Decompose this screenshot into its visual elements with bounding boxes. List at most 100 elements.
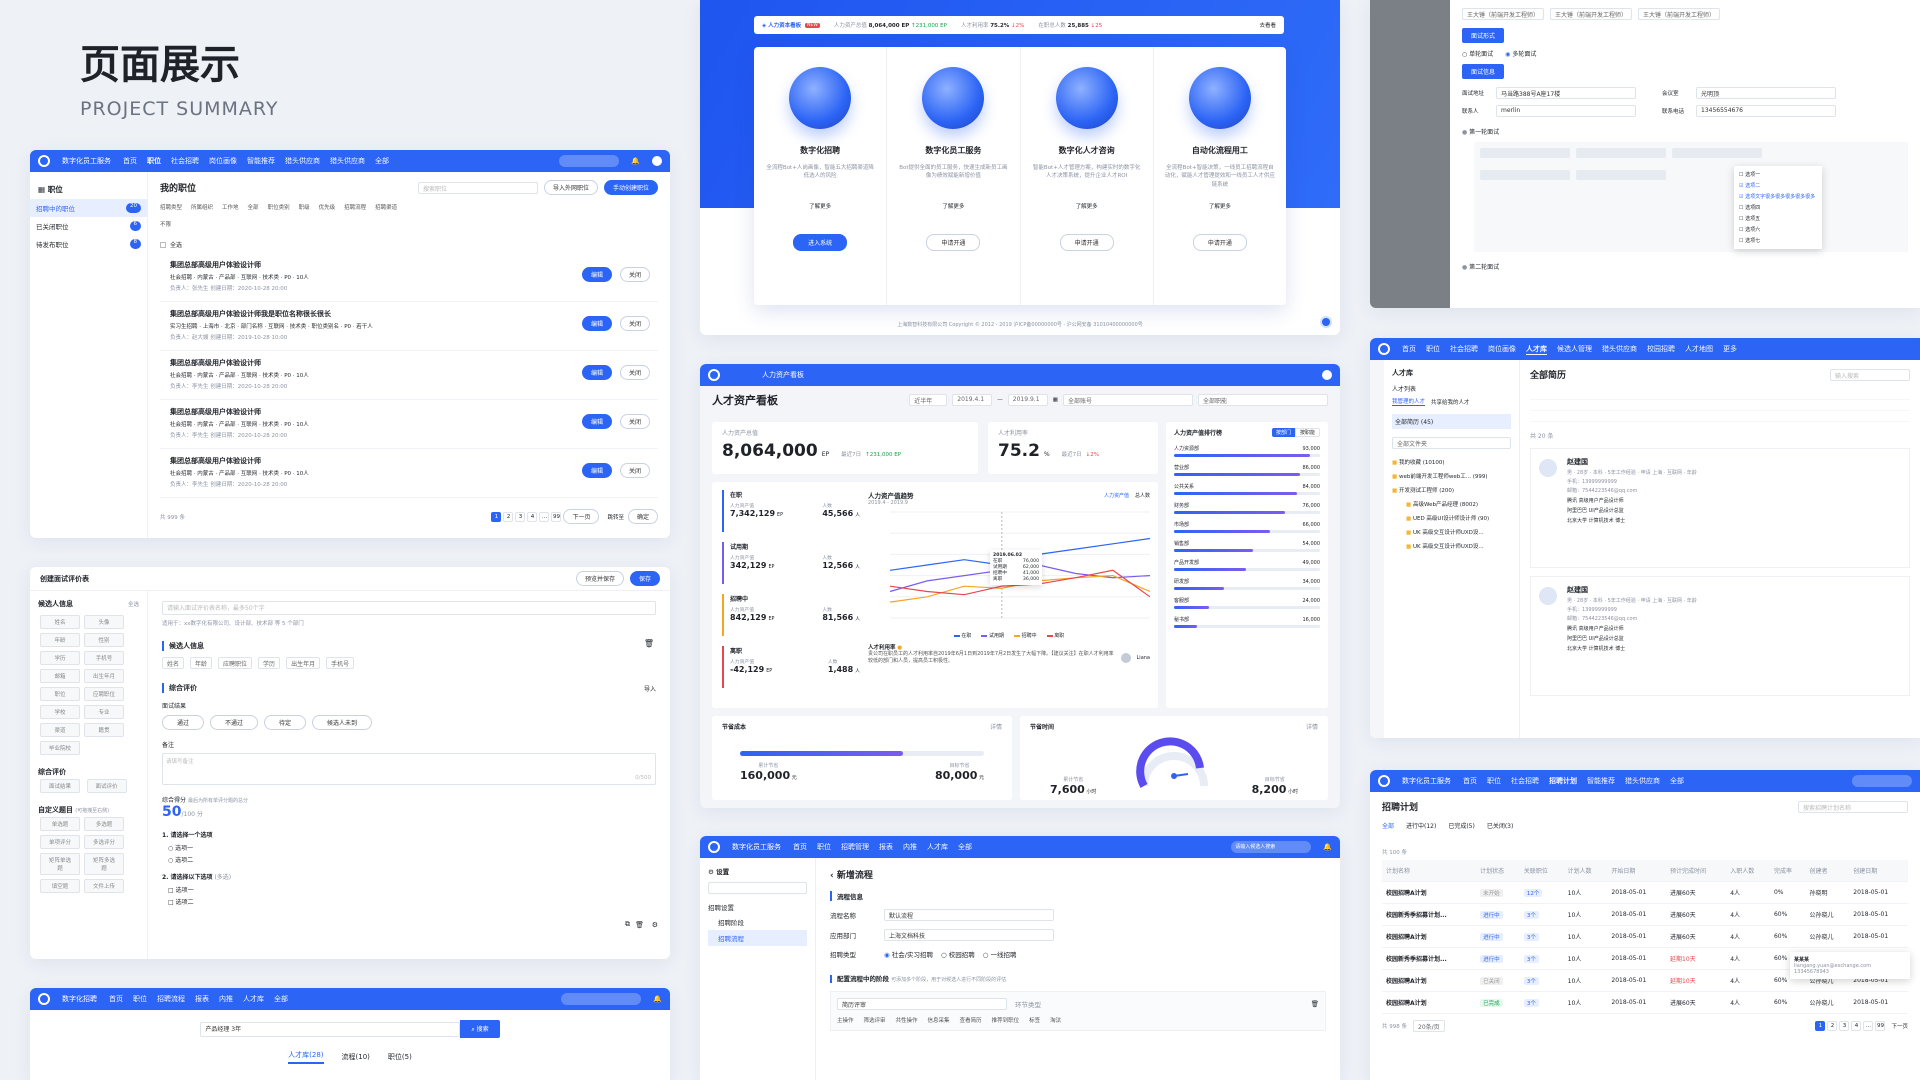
tab-in-progress[interactable]: 进行中(12) — [1406, 821, 1436, 830]
question-type-chip[interactable]: 单选题 — [40, 817, 80, 831]
nav-item[interactable]: 猎头供应商 — [285, 156, 320, 166]
question-type-chip[interactable]: 矩阵多选题 — [84, 853, 124, 875]
calendar-icon[interactable]: ▦ — [1053, 397, 1058, 403]
plan-search-input[interactable]: 搜索招聘计划名称 — [1798, 800, 1908, 813]
page-button[interactable]: 1 — [491, 511, 502, 522]
confirm-button[interactable]: 确定 — [627, 509, 658, 524]
nav-item[interactable]: 猎头供应商 — [1625, 776, 1660, 786]
candidate-tab[interactable]: 王大锤（前端开发工程师） — [1462, 8, 1545, 20]
close-button[interactable]: 关闭 — [619, 365, 650, 380]
filter[interactable]: 优先级 — [319, 203, 336, 211]
field-chip[interactable]: 面试评价 — [86, 779, 127, 793]
learn-more-link[interactable]: 了解更多 — [897, 202, 1009, 210]
nav-item[interactable]: 全部 — [958, 842, 972, 852]
end-date[interactable]: 2019.9.1 — [1007, 394, 1048, 406]
close-button[interactable]: 关闭 — [619, 316, 650, 331]
nav-item[interactable]: 猎头供应商 — [1602, 344, 1637, 355]
radio-social[interactable]: ◉ 社会/实习招聘 — [884, 949, 933, 959]
edit-button[interactable]: 编辑 — [581, 316, 612, 331]
filter[interactable]: 所属组织 — [191, 203, 213, 211]
field-chip[interactable]: 性别 — [84, 633, 124, 647]
nav-item[interactable]: 首页 — [123, 156, 137, 166]
folder-item[interactable]: ■ UK 高级交互设计师UXD设... — [1392, 539, 1511, 553]
question-type-chip[interactable]: 填空题 — [40, 879, 80, 893]
function-select[interactable]: 全部职能 — [1198, 394, 1328, 406]
table-row[interactable]: 校园招聘A计划 进行中 3个 10人 2018-05-01 进展60天 4人 60% 公孙晓儿 2… — [1382, 925, 1908, 948]
candidate-name[interactable]: 赵建国 — [1567, 457, 1901, 467]
trash-icon[interactable]: 🗑 — [644, 639, 654, 648]
select-all-checkbox[interactable] — [160, 241, 166, 248]
nav-item[interactable]: 首页 — [793, 842, 807, 852]
filter[interactable]: 招聘类型 — [160, 203, 182, 211]
nav-item[interactable]: 招聘流程 — [157, 994, 185, 1004]
table-cell[interactable]: 校园招聘A计划 — [1382, 881, 1477, 904]
search-button[interactable]: ⌕ 搜索 — [460, 1020, 500, 1038]
detail-link[interactable]: 详情 — [990, 722, 1002, 731]
folder-item[interactable]: ■ 我的收藏 (10100) — [1392, 455, 1511, 469]
nav-item[interactable]: 人才库 — [243, 994, 264, 1004]
phone-input[interactable]: 13456554676 — [1696, 105, 1836, 117]
search-field[interactable]: 搜索职位 — [417, 181, 538, 194]
contact-input[interactable]: merlin — [1496, 105, 1636, 117]
dropdown-option[interactable]: ☑ 选项文字很多很多很多很多很多 — [1737, 191, 1819, 202]
candidate-card[interactable]: 赵建国男 · 28岁 · 本科 · 5年工作经验 · 申请 上海 · 互联网 ·… — [1530, 448, 1910, 568]
nav-item[interactable]: 人才库 — [927, 842, 948, 852]
search-input[interactable] — [1852, 775, 1912, 787]
page-button[interactable]: 2 — [503, 511, 514, 522]
page-button[interactable]: 99 — [1875, 1021, 1886, 1031]
dropdown-option[interactable]: ☐ 选项七 — [1737, 235, 1819, 246]
checkbox[interactable]: □ — [168, 899, 174, 906]
filter[interactable]: 招聘渠道 — [375, 203, 397, 211]
close-button[interactable]: 关闭 — [619, 267, 650, 282]
table-row[interactable]: 校园新秀季招募计划... 进行中 3个 10人 2018-05-01 进展60天 4人 60%… — [1382, 903, 1908, 926]
folder-item[interactable]: ■ 开发测试工程师 (200) — [1392, 483, 1511, 497]
candidate-tab[interactable]: 王大锤（前端开发工程师） — [1638, 8, 1721, 20]
nav-item[interactable]: 职位 — [133, 994, 147, 1004]
stage-action[interactable]: 查看简历 — [960, 1016, 982, 1024]
copy-icon[interactable]: ⧉ — [625, 920, 630, 929]
learn-more-link[interactable]: 了解更多 — [764, 202, 876, 210]
bell-icon[interactable]: 🔔 — [653, 995, 662, 1003]
folder-item[interactable]: ■ UED 高级UI设计师设计师 (90) — [1392, 511, 1511, 525]
stage-action[interactable]: 淘汰 — [1050, 1016, 1061, 1024]
radio-frontline[interactable]: ○ 一线招聘 — [983, 949, 1017, 959]
dropdown-option[interactable]: ☐ 选项四 — [1737, 202, 1819, 213]
avatar[interactable] — [1322, 370, 1332, 380]
page-button[interactable]: 1 — [1815, 1021, 1826, 1031]
filter[interactable]: 全部 — [248, 203, 259, 211]
select-all-link[interactable]: 全选 — [128, 600, 139, 608]
per-page-select[interactable]: 20条/页 — [1413, 1020, 1445, 1032]
nav-item[interactable]: 猎头供应商 — [330, 156, 365, 166]
search-input[interactable] — [561, 993, 642, 1005]
stage-action[interactable]: 共性操作 — [896, 1016, 918, 1024]
trash-icon[interactable]: 🗑 — [1311, 1000, 1319, 1008]
dropdown-option[interactable]: ☐ 选项五 — [1737, 213, 1819, 224]
service-button[interactable]: 申请开通 — [1192, 234, 1247, 251]
dropdown-option[interactable]: ☑ 选项二 — [1737, 180, 1819, 191]
sidebar-item-stage[interactable]: 招聘阶段 — [708, 917, 807, 927]
sidebar-item-closed[interactable]: 已关闭职位 6 — [30, 217, 147, 235]
result-option[interactable]: 候选人未到 — [312, 715, 373, 730]
learn-more-link[interactable]: 了解更多 — [1164, 202, 1276, 210]
tab-done[interactable]: 已完成(5) — [1448, 821, 1475, 830]
page-button[interactable]: 4 — [1851, 1021, 1862, 1031]
nav-item[interactable]: 社会招聘 — [1450, 344, 1478, 355]
stage-select[interactable]: 简历评审 — [837, 998, 1007, 1010]
field-chip[interactable]: 面试结果 — [40, 779, 80, 793]
tab-headcount[interactable]: 总人数 — [1135, 492, 1150, 499]
field-chip[interactable]: 姓名 — [40, 615, 80, 629]
table-cell[interactable]: 校园招聘A计划 — [1382, 969, 1477, 992]
nav-item[interactable]: 智能推荐 — [247, 156, 275, 166]
chat-bubble-icon[interactable] — [1320, 316, 1332, 328]
sidebar-item-draft[interactable]: 待发布职位 8 — [30, 235, 147, 253]
page-button[interactable]: 99 — [551, 511, 562, 522]
start-date[interactable]: 2019.4.1 — [952, 394, 993, 406]
back-arrow-icon[interactable]: ‹ — [830, 871, 834, 881]
edit-button[interactable]: 编辑 — [581, 365, 612, 380]
sidebar-search[interactable] — [708, 882, 807, 894]
radio-single[interactable]: ○ 单轮面试 — [1462, 49, 1493, 58]
nav-item[interactable]: 职位 — [147, 156, 161, 166]
all-resumes-item[interactable]: 全部简历 (45) — [1392, 414, 1511, 429]
nav-item[interactable]: 全部 — [274, 994, 288, 1004]
form-name-input[interactable]: 请输入面试评价表名称，最多50个字 — [162, 601, 656, 615]
